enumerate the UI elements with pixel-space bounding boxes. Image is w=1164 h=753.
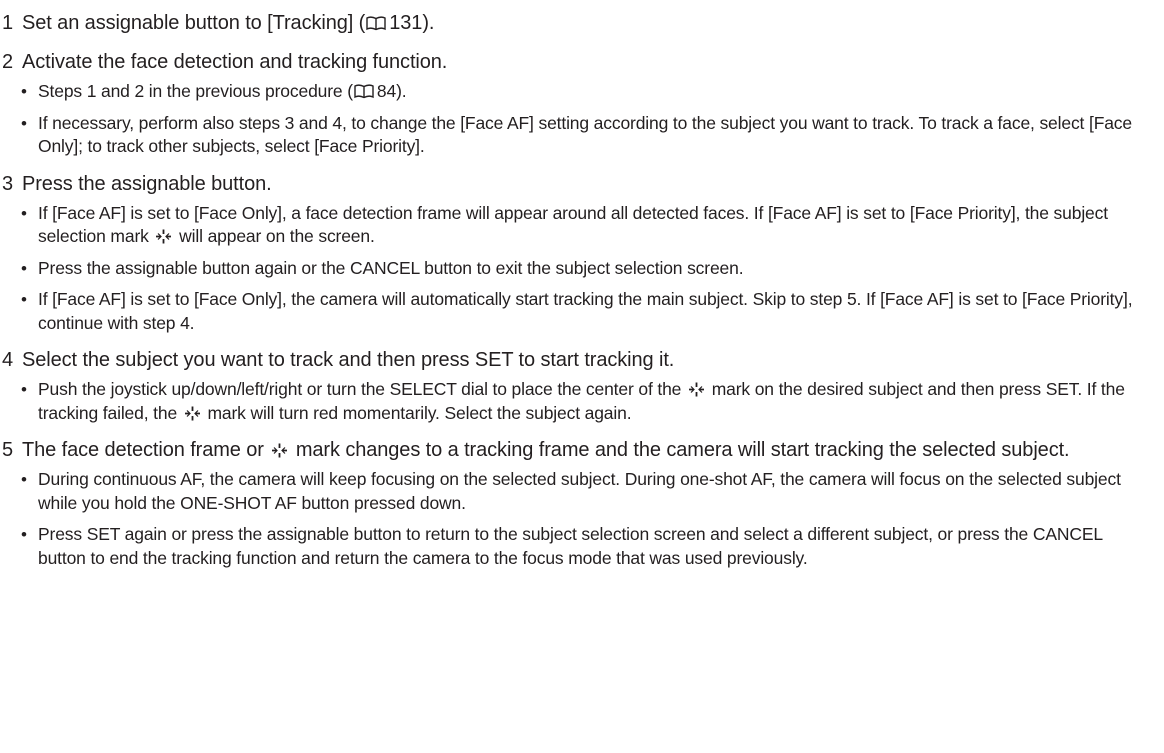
step-5-bullets: • During continuous AF, the camera will k… — [2, 468, 1144, 570]
step-5-heading: 5 The face detection frame or mark change… — [2, 437, 1144, 464]
step-4: 4 Select the subject you want to track an… — [2, 347, 1144, 425]
step-3-heading: 3 Press the assignable button. — [2, 171, 1144, 198]
book-reference-icon — [366, 16, 386, 31]
list-item: • During continuous AF, the camera will k… — [21, 469, 1121, 513]
bullet-icon: • — [21, 290, 27, 309]
bullet-icon: • — [21, 380, 27, 399]
step-number: 2 — [2, 51, 14, 73]
bullet-icon: • — [21, 258, 27, 278]
bullet-icon: • — [21, 203, 27, 223]
step-4-bullets: • Push the joystick up/down/left/right or… — [2, 378, 1144, 425]
book-reference-icon — [354, 84, 374, 99]
step-number: 4 — [2, 349, 14, 371]
step-number: 3 — [2, 172, 14, 195]
list-item: • Steps 1 and 2 in the previous procedure… — [2, 80, 1144, 104]
step-2-bullets: • Steps 1 and 2 in the previous procedure… — [2, 80, 1144, 159]
list-item: • If necessary, perform also steps 3 and … — [21, 112, 1132, 157]
list-item: • Push the joystick up/down/left/right or… — [21, 379, 1125, 423]
step-1: 1 Set an assignable button to [Tracking] … — [2, 10, 1144, 37]
subject-selection-mark-icon — [184, 406, 200, 420]
subject-selection-mark-icon — [688, 382, 704, 397]
step-2-heading: 2 Activate the face detection and trackin… — [2, 49, 1144, 76]
bullet-icon: • — [21, 113, 27, 133]
step-2: 2 Activate the face detection and trackin… — [2, 49, 1144, 159]
subject-selection-mark-icon — [156, 229, 172, 244]
manual-page: 1 Set an assignable button to [Tracking] … — [0, 10, 1164, 753]
list-item: • Press SET again or press the assignable… — [21, 524, 1103, 568]
subject-selection-mark-icon — [272, 443, 288, 458]
bullet-icon: • — [21, 525, 27, 544]
step-3-bullets: • If [Face AF] is set to [Face Only], a f… — [2, 202, 1144, 336]
page-reference: 84 — [376, 81, 397, 101]
step-1-heading: 1 Set an assignable button to [Tracking] … — [2, 10, 1144, 37]
step-number: 5 — [2, 439, 14, 461]
step-number: 1 — [2, 12, 14, 34]
bullet-icon: • — [21, 82, 27, 101]
page-reference: 131 — [389, 12, 423, 34]
step-4-heading: 4 Select the subject you want to track an… — [2, 347, 1144, 374]
step-3: 3 Press the assignable button. • If [Face … — [2, 171, 1144, 336]
list-item: • If [Face AF] is set to [Face Only], the… — [21, 289, 1133, 333]
bullet-icon: • — [21, 470, 27, 489]
step-5: 5 The face detection frame or mark change… — [2, 437, 1144, 570]
list-item: • If [Face AF] is set to [Face Only], a f… — [21, 202, 1108, 247]
list-item: • Press the assignable button again or th… — [2, 257, 1144, 281]
